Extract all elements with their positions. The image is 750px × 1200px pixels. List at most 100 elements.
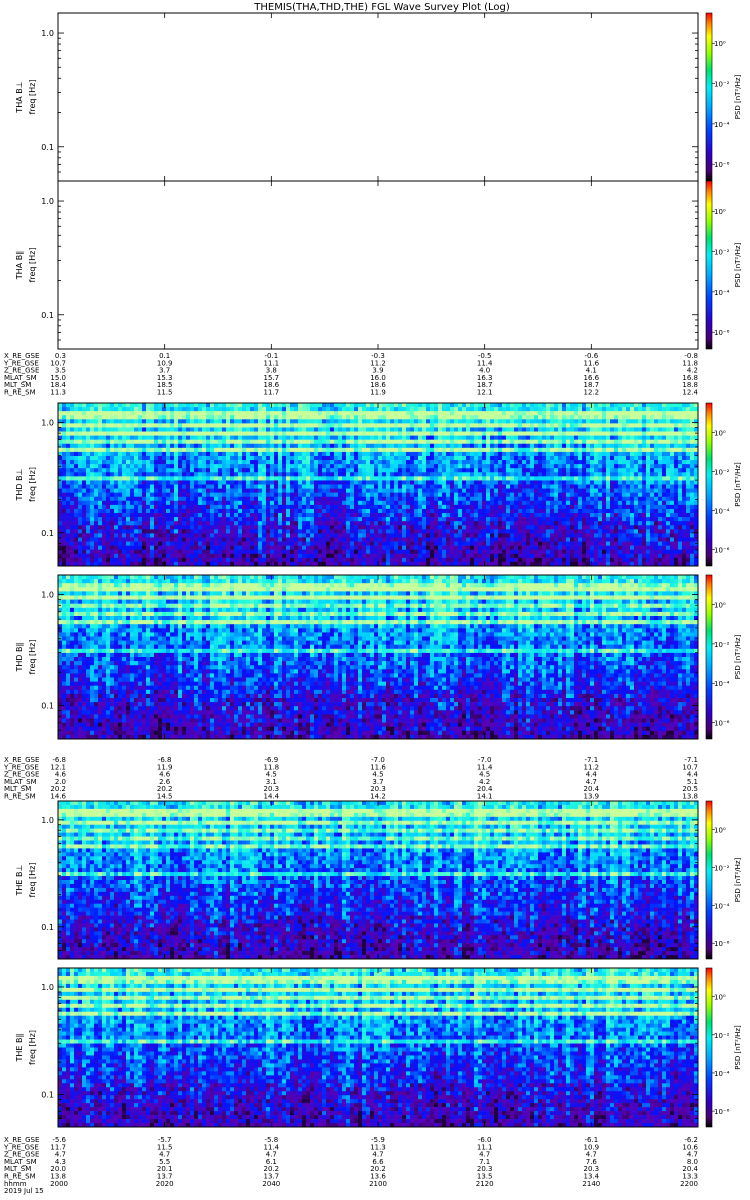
time-tick-label: 2140 xyxy=(582,1180,600,1188)
colorbar-tick: 10⁻² xyxy=(714,468,730,476)
colorbar-tick: 10⁻⁶ xyxy=(714,1108,730,1116)
ephemeris-thd: X_RE_GSE -6.8 -6.8 -6.9 -7.0 -7.0 -7.1 -7.1Y_RE… xyxy=(3,756,699,801)
time-tick-label: 2100 xyxy=(369,1180,387,1188)
ephemeris-the: X_RE_GSE -5.6 -5.7 -5.8 -5.9 -6.0 -6.1 -6.2Y_RE… xyxy=(3,1136,699,1181)
colorbar-tick: 10⁻⁴ xyxy=(714,1070,730,1078)
colorbar-tick: 10⁻⁴ xyxy=(714,289,730,297)
colorbar-tick: 10⁻² xyxy=(714,249,730,257)
plot-title: THEMIS(THA,THD,THE) FGL Wave Survey Plot… xyxy=(253,2,510,13)
panel-the_bl: 1.0 0.1 THE B⊥ freq [Hz] 10⁰ 10⁻² 10⁻⁴ 10⁻⁶ PSD … xyxy=(15,801,742,959)
ephemeris-value: 12.2 xyxy=(584,389,600,397)
colorbar: 10⁰ 10⁻² 10⁻⁴ 10⁻⁶ PSD [nT²/Hz] xyxy=(706,181,742,349)
ephemeris-value: 14.1 xyxy=(477,793,493,801)
colorbar-tick: 10⁻⁶ xyxy=(714,547,730,555)
colorbar-tick: 10⁻⁴ xyxy=(714,121,730,129)
colorbar-tick: 10⁻⁴ xyxy=(714,680,730,688)
ephemeris-value: 14.6 xyxy=(50,793,66,801)
ephemeris-value: 14.4 xyxy=(264,793,280,801)
colorbar-label: PSD [nT²/Hz] xyxy=(734,1025,742,1070)
time-axis: hhmm 2000 2020 2040 2100 2120 2140 22002019 Jul… xyxy=(4,1180,698,1195)
colorbar: 10⁰ 10⁻² 10⁻⁴ 10⁻⁶ PSD [nT²/Hz] xyxy=(706,801,742,959)
panel-ylabel: THA B⊥ xyxy=(15,81,24,113)
panel-frame xyxy=(58,181,698,349)
time-tick-label: 2120 xyxy=(476,1180,494,1188)
colorbar-tick: 10⁻⁶ xyxy=(714,161,730,169)
colorbar-tick: 10⁰ xyxy=(714,429,726,437)
panel-ylabel: THD B⊥ xyxy=(15,468,24,501)
panel-yunit: freq [Hz] xyxy=(28,248,37,283)
colorbar-label: PSD [nT²/Hz] xyxy=(734,74,742,119)
ephemeris-value: 13.8 xyxy=(682,793,698,801)
colorbar-label: PSD [nT²/Hz] xyxy=(734,634,742,679)
ytick-label: 0.1 xyxy=(41,702,54,711)
panel-the_bpar: 1.0 0.1 THE B∥ freq [Hz] 10⁰ 10⁻² 10⁻⁴ 10⁻⁶ PSD … xyxy=(15,968,742,1127)
colorbar-label: PSD [nT²/Hz] xyxy=(734,242,742,287)
ytick-label: 0.1 xyxy=(41,1091,54,1100)
colorbar-tick: 10⁰ xyxy=(714,994,726,1002)
panel-yunit: freq [Hz] xyxy=(28,863,37,898)
panel-yunit: freq [Hz] xyxy=(28,467,37,502)
ephemeris-value: 11.9 xyxy=(370,389,386,397)
spectrogram-the_bl xyxy=(58,801,698,959)
colorbar: 10⁰ 10⁻² 10⁻⁴ 10⁻⁶ PSD [nT²/Hz] xyxy=(706,968,742,1127)
plot-date: 2019 Jul 15 xyxy=(4,1187,44,1195)
colorbar: 10⁰ 10⁻² 10⁻⁴ 10⁻⁶ PSD [nT²/Hz] xyxy=(706,13,742,181)
colorbar-tick: 10⁰ xyxy=(714,40,726,48)
colorbar-label: PSD [nT²/Hz] xyxy=(734,857,742,902)
panel-ylabel: THE B⊥ xyxy=(15,864,24,896)
panel-tha_bpar: 1.0 0.1 THA B∥ freq [Hz] 10⁰ 10⁻² 10⁻⁴ 10⁻⁶ PSD … xyxy=(15,181,742,349)
ytick-label: 0.1 xyxy=(41,529,54,538)
ytick-label: 0.1 xyxy=(41,923,54,932)
colorbar-tick: 10⁻⁶ xyxy=(714,720,730,728)
ytick-label: 1.0 xyxy=(41,591,54,600)
ephemeris-row-label: R_RE_SM xyxy=(4,793,36,801)
ytick-label: 1.0 xyxy=(41,816,54,825)
ephemeris-row-label: R_RE_SM xyxy=(4,389,36,397)
colorbar: 10⁰ 10⁻² 10⁻⁴ 10⁻⁶ PSD [nT²/Hz] xyxy=(706,403,742,566)
ytick-label: 0.1 xyxy=(41,311,54,320)
colorbar-tick: 10⁻² xyxy=(714,1032,730,1040)
panel-ylabel: THE B∥ xyxy=(15,1034,24,1063)
time-tick-label: 2000 xyxy=(50,1180,68,1188)
panels-layer: 1.0 0.1 THA B⊥ freq [Hz] 10⁰ 10⁻² 10⁻⁴ 10⁻⁶ PSD … xyxy=(15,13,742,1127)
colorbar-label: PSD [nT²/Hz] xyxy=(734,462,742,507)
ephemeris-value: 12.1 xyxy=(477,389,493,397)
ytick-label: 1.0 xyxy=(41,983,54,992)
time-tick-label: 2200 xyxy=(680,1180,698,1188)
ephemeris-tha: X_RE_GSE 0.3 0.1 -0.1 -0.3 -0.5 -0.6 -0.8Y_RE_G… xyxy=(3,352,699,397)
ephemeris-value: 13.9 xyxy=(584,793,600,801)
panel-yunit: freq [Hz] xyxy=(28,80,37,115)
colorbar-tick: 10⁰ xyxy=(714,826,726,834)
ytick-label: 1.0 xyxy=(41,29,54,38)
panel-thd_bpar: 1.0 0.1 THD B∥ freq [Hz] 10⁰ 10⁻² 10⁻⁴ 10⁻⁶ PSD … xyxy=(15,575,742,739)
ephemeris-value: 11.5 xyxy=(157,389,173,397)
colorbar-tick: 10⁻⁶ xyxy=(714,940,730,948)
colorbar-tick: 10⁻² xyxy=(714,864,730,872)
ephemeris-value: 11.3 xyxy=(50,389,66,397)
ytick-label: 0.1 xyxy=(41,143,54,152)
panel-yunit: freq [Hz] xyxy=(28,640,37,675)
panel-tha_bl: 1.0 0.1 THA B⊥ freq [Hz] 10⁰ 10⁻² 10⁻⁴ 10⁻⁶ PSD … xyxy=(15,13,742,181)
ephemeris-value: 12.4 xyxy=(682,389,698,397)
panel-thd_bl: 1.0 0.1 THD B⊥ freq [Hz] 10⁰ 10⁻² 10⁻⁴ 10⁻⁶ PSD … xyxy=(15,403,742,566)
spectrogram-thd_bpar xyxy=(58,575,698,739)
spectrogram-the_bpar xyxy=(58,968,698,1127)
wave-survey-plot: THEMIS(THA,THD,THE) FGL Wave Survey Plot… xyxy=(0,0,750,1200)
ytick-label: 1.0 xyxy=(41,197,54,206)
ephemeris-value: 11.7 xyxy=(264,389,280,397)
panel-ylabel: THD B∥ xyxy=(15,642,24,672)
ephemeris-value: 14.2 xyxy=(370,793,386,801)
colorbar-tick: 10⁻⁶ xyxy=(714,329,730,337)
spectrogram-thd_bl xyxy=(58,403,698,566)
ytick-label: 1.0 xyxy=(41,418,54,427)
colorbar-tick: 10⁰ xyxy=(714,208,726,216)
colorbar-tick: 10⁻² xyxy=(714,641,730,649)
colorbar-tick: 10⁰ xyxy=(714,602,726,610)
colorbar: 10⁰ 10⁻² 10⁻⁴ 10⁻⁶ PSD [nT²/Hz] xyxy=(706,575,742,739)
colorbar-tick: 10⁻² xyxy=(714,81,730,89)
colorbar-tick: 10⁻⁴ xyxy=(714,902,730,910)
panel-yunit: freq [Hz] xyxy=(28,1030,37,1065)
panel-ylabel: THA B∥ xyxy=(15,251,24,280)
ephemeris-value: 14.5 xyxy=(157,793,173,801)
colorbar-tick: 10⁻⁴ xyxy=(714,508,730,516)
